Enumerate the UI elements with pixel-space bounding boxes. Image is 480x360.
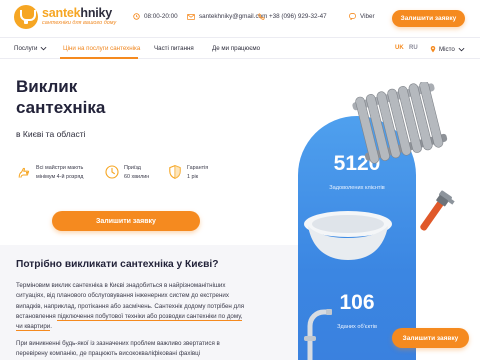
viber-link[interactable]: Viber bbox=[349, 13, 375, 20]
nav-item-prices[interactable]: Ціни на послуги сантехніка bbox=[63, 45, 140, 52]
page-title: Виклик сантехніка bbox=[16, 77, 106, 117]
nav-item-services[interactable]: Послуги bbox=[14, 45, 47, 52]
hand-tools-icon bbox=[18, 167, 30, 178]
section-paragraph-1: Терміновим виклик сантехніка в Києві зна… bbox=[16, 282, 245, 332]
chevron-down-icon bbox=[458, 47, 465, 51]
feature-warranty: Гарантія 1 рік bbox=[167, 164, 208, 181]
wrench-image bbox=[420, 190, 455, 231]
mail-icon bbox=[187, 13, 195, 20]
faucet-image bbox=[304, 309, 332, 360]
lang-ru[interactable]: RU bbox=[409, 45, 418, 51]
shield-icon bbox=[169, 165, 181, 179]
clock-icon bbox=[133, 13, 140, 20]
city-selector[interactable]: Місто bbox=[430, 45, 465, 53]
feature-arrival: Приїзд 60 хвилин bbox=[104, 164, 149, 181]
nav-item-where-we-work[interactable]: Де ми працюємо bbox=[212, 45, 260, 52]
nav-item-faq[interactable]: Частi питання bbox=[154, 45, 194, 52]
location-pin-icon bbox=[430, 46, 436, 53]
email-link[interactable]: santekhniky@gmail.com bbox=[187, 13, 267, 20]
active-nav-indicator bbox=[60, 57, 138, 59]
work-hours: 08:00-20:00 bbox=[133, 13, 178, 20]
radiator-image bbox=[352, 82, 448, 164]
feature-masters: Всі майстри мають мінімум 4-й розряд bbox=[16, 164, 83, 181]
logo-tagline: сантехніки для вашого дому bbox=[42, 20, 117, 26]
logo-name: santekhniky bbox=[42, 6, 113, 20]
request-button-header[interactable]: Залишити заявку bbox=[392, 10, 465, 27]
clock-icon bbox=[105, 165, 119, 179]
request-button-floating[interactable]: Залишити заявку bbox=[392, 328, 469, 348]
hero-subtitle: в Києві та області bbox=[16, 129, 86, 139]
main-nav: Послуги Ціни на послуги сантехніка Частi… bbox=[0, 37, 480, 59]
chevron-down-icon bbox=[40, 46, 47, 51]
stat-clients-label: Задоволених клієнтів bbox=[329, 185, 385, 191]
phone-link[interactable]: +38 (096) 929-32-47 bbox=[258, 13, 327, 20]
section-title: Потрібно викликати сантехніка у Києві? bbox=[16, 259, 219, 270]
logo[interactable]: santekhniky сантехніки для вашого дому bbox=[14, 5, 116, 29]
lang-uk[interactable]: UK bbox=[395, 45, 404, 51]
viber-icon bbox=[349, 13, 356, 20]
phone-icon bbox=[258, 13, 265, 20]
logo-icon bbox=[14, 5, 38, 29]
request-button-hero[interactable]: Залишити заявку bbox=[52, 211, 200, 231]
sink-image bbox=[304, 211, 392, 260]
section-paragraph-2: При виникненні будь-якої із зазначених п… bbox=[16, 340, 220, 358]
top-header: santekhniky сантехніки для вашого дому 0… bbox=[0, 0, 480, 37]
